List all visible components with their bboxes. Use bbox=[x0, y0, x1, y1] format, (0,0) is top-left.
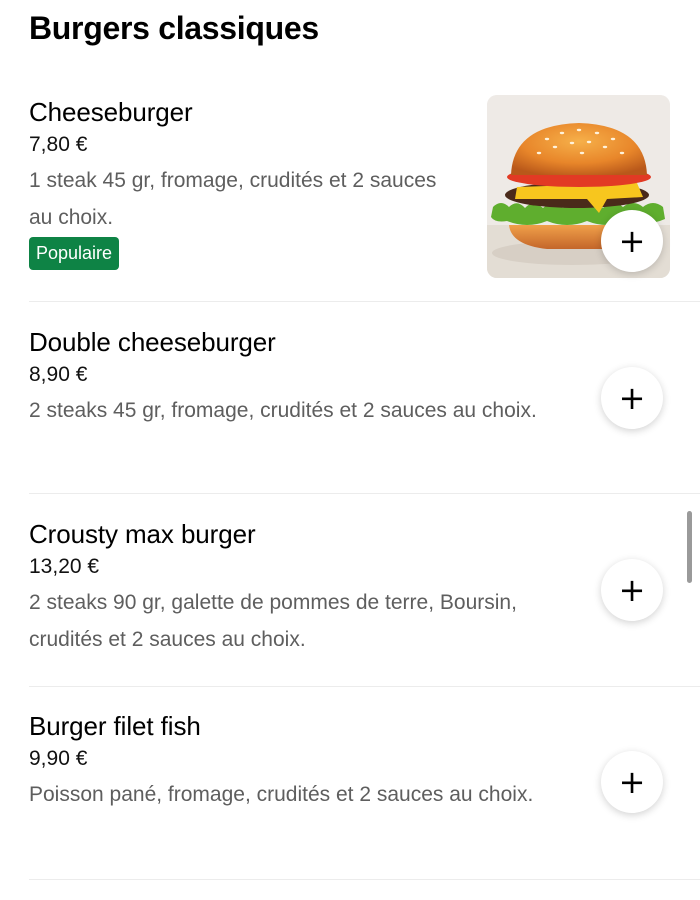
plus-icon: + bbox=[618, 763, 646, 801]
menu-item-burger-filet-fish[interactable]: Burger filet fish 9,90 € Poisson pané, f… bbox=[29, 708, 700, 880]
plus-icon: + bbox=[618, 222, 646, 260]
add-to-cart-button[interactable]: + bbox=[601, 367, 663, 429]
plus-icon: + bbox=[618, 379, 646, 417]
menu-item-name: Burger filet fish bbox=[29, 711, 201, 741]
menu-item-name: Crousty max burger bbox=[29, 519, 256, 549]
menu-item-description: 2 steaks 45 gr, fromage, crudités et 2 s… bbox=[29, 399, 537, 422]
menu-item-double-cheeseburger[interactable]: Double cheeseburger 8,90 € 2 steaks 45 g… bbox=[29, 324, 700, 494]
menu-item-description: 2 steaks 90 gr, galette de pommes de ter… bbox=[29, 591, 517, 651]
menu-item-description: 1 steak 45 gr, fromage, crudités et 2 sa… bbox=[29, 169, 437, 229]
menu-item-price: 9,90 € bbox=[29, 747, 88, 770]
section-title: Burgers classiques bbox=[29, 10, 319, 46]
menu-item-description: Poisson pané, fromage, crudités et 2 sau… bbox=[29, 783, 534, 806]
menu-item-price: 13,20 € bbox=[29, 555, 100, 578]
menu-item-crousty-max-burger[interactable]: Crousty max burger 13,20 € 2 steaks 90 g… bbox=[29, 516, 700, 687]
menu-item-text: Crousty max burger 13,20 € 2 steaks 90 g… bbox=[29, 516, 574, 658]
menu-item-cheeseburger[interactable]: Cheeseburger 7,80 € 1 steak 45 gr, froma… bbox=[29, 94, 700, 302]
menu-item-text: Burger filet fish 9,90 € Poisson pané, f… bbox=[29, 708, 574, 813]
popular-badge: Populaire bbox=[29, 237, 120, 270]
menu-item-text: Double cheeseburger 8,90 € 2 steaks 45 g… bbox=[29, 324, 574, 429]
plus-icon: + bbox=[618, 571, 646, 609]
scrollbar-thumb[interactable] bbox=[687, 511, 692, 583]
add-to-cart-button[interactable]: + bbox=[601, 559, 663, 621]
menu-item-name: Double cheeseburger bbox=[29, 327, 276, 357]
add-to-cart-button[interactable]: + bbox=[601, 210, 663, 272]
menu-item-price: 8,90 € bbox=[29, 363, 88, 386]
add-to-cart-button[interactable]: + bbox=[601, 751, 663, 813]
